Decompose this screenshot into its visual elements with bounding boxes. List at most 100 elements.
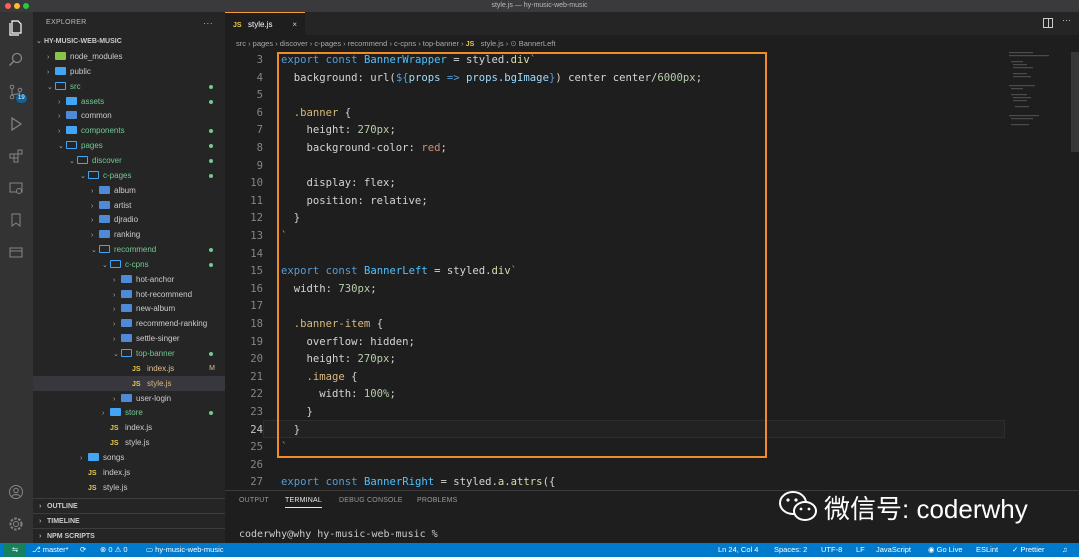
prettier-status[interactable]: ✓ Prettier (1012, 543, 1045, 557)
folder-item[interactable]: ⌄ src (33, 79, 225, 94)
code-line[interactable]: position: relative; (281, 193, 428, 211)
explorer-icon[interactable] (6, 18, 26, 38)
file-item[interactable]: JS style.js (33, 375, 225, 391)
code-line[interactable]: } (281, 210, 300, 228)
language-mode[interactable]: JavaScript (876, 543, 911, 557)
problems-indicator[interactable]: ⊗ 0 ⚠ 0 (100, 543, 128, 557)
folder-item[interactable]: › new-album (33, 301, 225, 316)
code-line[interactable]: } (281, 422, 300, 440)
cursor-position[interactable]: Ln 24, Col 4 (718, 543, 758, 557)
file-item[interactable]: JS style.js (33, 480, 225, 495)
folder-item[interactable]: › assets (33, 94, 225, 109)
tab-style-js[interactable]: JS style.js × (225, 12, 305, 35)
more-actions-icon[interactable]: ··· (1062, 15, 1071, 25)
tab-problems[interactable]: PROBLEMS (417, 497, 458, 504)
close-window-button[interactable] (5, 3, 11, 9)
code-line[interactable]: ` (281, 439, 287, 457)
code-line[interactable]: background: url(${props => props.bgImage… (281, 70, 702, 88)
close-icon[interactable]: × (292, 13, 297, 36)
folder-item[interactable]: ⌄ pages (33, 138, 225, 153)
breadcrumb-item[interactable]: recommend (348, 39, 388, 48)
account-icon[interactable] (6, 482, 26, 502)
workspace-root[interactable]: ⌄ HY-MUSIC-WEB-MUSIC (33, 34, 225, 49)
folder-item[interactable]: › djradio (33, 212, 225, 227)
code-line[interactable]: height: 270px; (281, 351, 396, 369)
code-line[interactable]: width: 100%; (281, 386, 396, 404)
tab-terminal[interactable]: TERMINAL (285, 497, 322, 508)
outline-section[interactable]: › OUTLINE (33, 498, 225, 513)
bookmarks-icon[interactable] (6, 210, 26, 230)
file-item[interactable]: JS index.js (33, 465, 225, 480)
eslint-status[interactable]: ESLint (976, 543, 998, 557)
folder-item[interactable]: › settle-singer (33, 331, 225, 346)
breadcrumb-item[interactable]: src (236, 39, 246, 48)
maximize-window-button[interactable] (23, 3, 29, 9)
code-line[interactable]: display: flex; (281, 175, 396, 193)
folder-item[interactable]: › ranking (33, 227, 225, 242)
code-line[interactable]: .banner { (281, 105, 351, 123)
breadcrumb-item[interactable]: c-cpns (394, 39, 416, 48)
code-line[interactable]: ` (281, 228, 287, 246)
folder-item[interactable]: › songs (33, 450, 225, 465)
remote-icon[interactable]: ⇋ (4, 543, 26, 557)
remote-explorer-icon[interactable] (6, 178, 26, 198)
code-line[interactable]: background-color: red; (281, 140, 447, 158)
folder-item[interactable]: › node_modules (33, 49, 225, 64)
folder-item[interactable]: › user-login (33, 391, 225, 406)
tab-debug-console[interactable]: DEBUG CONSOLE (339, 497, 403, 504)
file-item[interactable]: JS index.js M (33, 361, 225, 376)
breadcrumb-item[interactable]: pages (253, 39, 273, 48)
code-line[interactable]: .banner-item { (281, 316, 383, 334)
code-line[interactable]: overflow: hidden; (281, 334, 415, 352)
minimap[interactable] (1005, 52, 1071, 132)
folder-item[interactable]: › store (33, 405, 225, 420)
timeline-section[interactable]: › TIMELINE (33, 513, 225, 528)
folder-item[interactable]: › recommend-ranking (33, 316, 225, 331)
breadcrumb-item[interactable]: c-pages (314, 39, 341, 48)
more-actions-icon[interactable]: ··· (203, 12, 213, 34)
folder-item[interactable]: › album (33, 183, 225, 198)
folder-item[interactable]: ⌄ discover (33, 153, 225, 168)
breadcrumb-item[interactable]: discover (280, 39, 308, 48)
branch-indicator[interactable]: ⎇ master* (32, 543, 69, 557)
folder-item[interactable]: ⌄ recommend (33, 242, 225, 257)
folder-item[interactable]: ⌄ c-cpns (33, 257, 225, 272)
folder-item[interactable]: › artist (33, 198, 225, 213)
indentation[interactable]: Spaces: 2 (774, 543, 807, 557)
end-of-line[interactable]: LF (856, 543, 865, 557)
code-line[interactable]: height: 270px; (281, 122, 396, 140)
split-editor-icon[interactable] (1043, 18, 1053, 28)
file-item[interactable]: JS style.js (33, 435, 225, 450)
code-line[interactable]: width: 730px; (281, 281, 377, 299)
folder-item[interactable]: › hot-anchor (33, 272, 225, 287)
settings-gear-icon[interactable] (6, 514, 26, 534)
search-icon[interactable] (6, 50, 26, 70)
source-control-icon[interactable]: 19 (6, 82, 27, 103)
folder-item[interactable]: ⌄ c-pages (33, 168, 225, 183)
code-line[interactable]: } (281, 404, 313, 422)
breadcrumb-item[interactable]: BannerLeft (519, 39, 556, 48)
editor-scrollbar[interactable] (1071, 52, 1079, 152)
breadcrumb-item[interactable]: top-banner (423, 39, 459, 48)
docker-icon[interactable] (6, 242, 26, 262)
file-item[interactable]: JS index.js (33, 420, 225, 435)
notifications-bell-icon[interactable]: ♫ (1062, 543, 1068, 557)
run-debug-icon[interactable] (6, 114, 26, 134)
code-line[interactable]: export const BannerRight = styled.a.attr… (281, 474, 555, 490)
code-line[interactable]: .image { (281, 369, 358, 387)
go-live-button[interactable]: ◉ Go Live (928, 543, 963, 557)
code-editor[interactable]: 3 export const BannerWrapper = styled.div… (225, 52, 1079, 490)
tab-output[interactable]: OUTPUT (239, 497, 269, 504)
minimize-window-button[interactable] (14, 3, 20, 9)
folder-item[interactable]: › hot-recommend (33, 287, 225, 302)
folder-item[interactable]: › components (33, 123, 225, 138)
encoding[interactable]: UTF-8 (821, 543, 842, 557)
sync-icon[interactable]: ⟳ (80, 543, 86, 557)
code-line[interactable]: export const BannerWrapper = styled.div` (281, 52, 536, 70)
folder-item[interactable]: ⌄ top-banner (33, 346, 225, 361)
code-line[interactable]: export const BannerLeft = styled.div` (281, 263, 517, 281)
extensions-icon[interactable] (6, 146, 26, 166)
folder-item[interactable]: › public (33, 64, 225, 79)
terminal-prompt[interactable]: coderwhy@why hy-music-web-music % (239, 529, 438, 540)
npm-scripts-section[interactable]: › NPM SCRIPTS (33, 528, 225, 543)
